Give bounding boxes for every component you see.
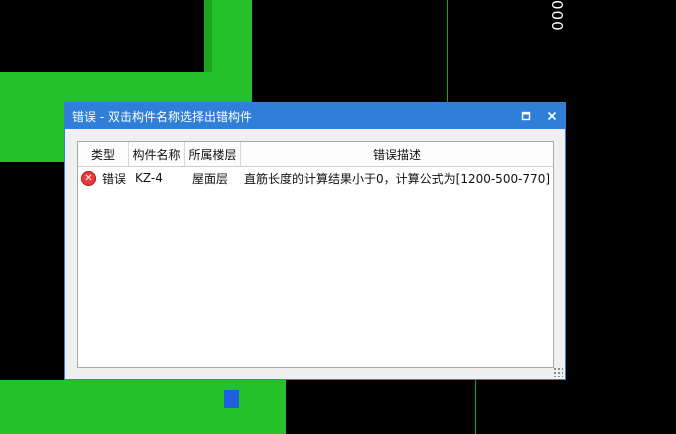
error-icon: ✕ (81, 170, 96, 186)
column-header-description[interactable]: 错误描述 (241, 142, 553, 166)
cad-dimension-label: 000 (548, 0, 566, 32)
cad-blue-marker (224, 390, 239, 408)
column-header-type[interactable]: 类型 (78, 142, 129, 166)
cad-beam-top-vertical-shade (204, 0, 212, 72)
error-dialog: 错误 - 双击构件名称选择出错构件 类型 构件名称 所属楼层 错误描述 ✕ 错误 (64, 102, 566, 380)
close-button[interactable] (539, 103, 565, 129)
column-header-floor[interactable]: 所属楼层 (185, 142, 241, 166)
resize-grip[interactable] (553, 367, 563, 377)
close-icon (547, 111, 557, 121)
dialog-title: 错误 - 双击构件名称选择出错构件 (72, 109, 252, 124)
cell-name[interactable]: KZ-4 (129, 171, 185, 185)
cad-beam-bottom-base (0, 408, 286, 434)
column-header-name[interactable]: 构件名称 (129, 142, 185, 166)
cad-beam-left (0, 102, 64, 162)
minimize-button[interactable] (513, 103, 539, 129)
cell-type: ✕ 错误 (78, 170, 129, 187)
cell-type-text: 错误 (102, 171, 127, 186)
list-header: 类型 构件名称 所属楼层 错误描述 (78, 142, 553, 167)
dialog-titlebar[interactable]: 错误 - 双击构件名称选择出错构件 (65, 103, 565, 129)
cad-green-line-bottom (475, 380, 476, 434)
list-item[interactable]: ✕ 错误 KZ-4 屋面层 直筋长度的计算结果小于0，计算公式为[1200-50… (78, 167, 553, 189)
error-list[interactable]: 类型 构件名称 所属楼层 错误描述 ✕ 错误 KZ-4 屋面层 直筋长度的计算结… (77, 141, 554, 368)
cell-floor: 屋面层 (192, 171, 229, 186)
cell-description: 直筋长度的计算结果小于0，计算公式为[1200-500-770] (244, 171, 551, 186)
cad-beam-horizontal (0, 72, 252, 102)
cad-green-line-top (447, 0, 448, 102)
minimize-icon (521, 111, 531, 121)
